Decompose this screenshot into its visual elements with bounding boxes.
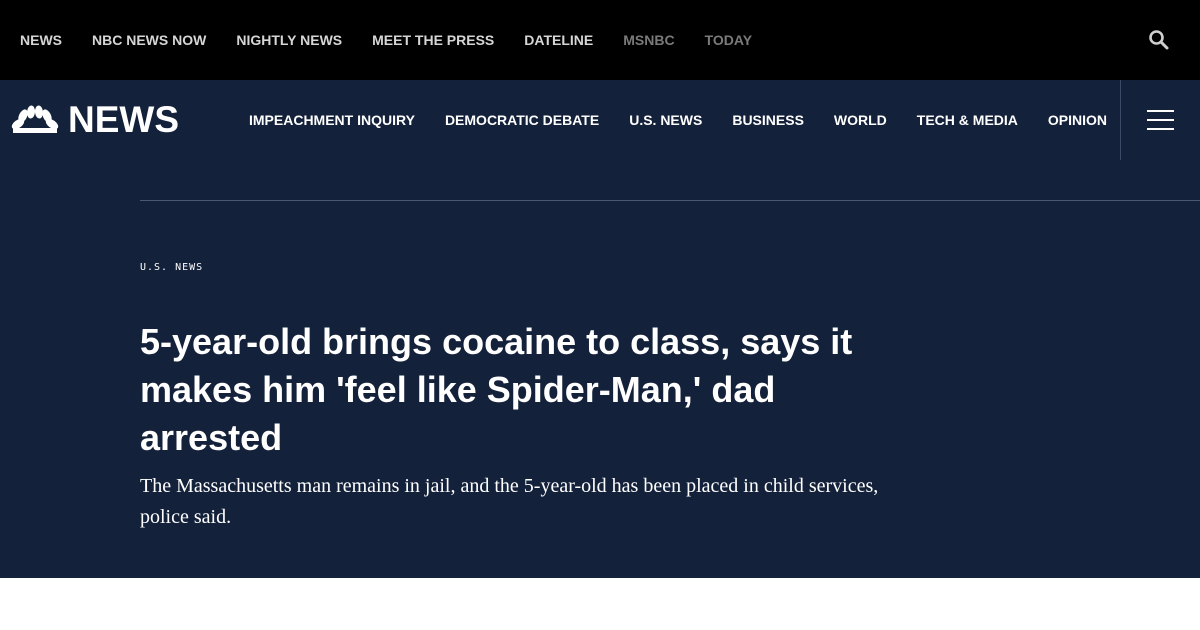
section-link-business[interactable]: BUSINESS	[732, 112, 804, 128]
main-navigation: NEWS IMPEACHMENT INQUIRY DEMOCRATIC DEBA…	[0, 80, 1200, 160]
article-section-label[interactable]: U.S. NEWS	[140, 262, 203, 273]
section-links: IMPEACHMENT INQUIRY DEMOCRATIC DEBATE U.…	[249, 80, 1137, 160]
section-link-us-news[interactable]: U.S. NEWS	[629, 112, 702, 128]
section-link-impeachment-inquiry[interactable]: IMPEACHMENT INQUIRY	[249, 112, 415, 128]
menu-divider	[1120, 80, 1121, 160]
network-link-meet-the-press[interactable]: MEET THE PRESS	[372, 32, 494, 48]
network-link-dateline[interactable]: DATELINE	[524, 32, 593, 48]
network-link-nightly-news[interactable]: NIGHTLY NEWS	[236, 32, 342, 48]
hero-divider	[140, 200, 1200, 201]
peacock-logo-icon	[11, 105, 59, 133]
nbc-news-logo[interactable]: NEWS	[10, 99, 179, 140]
section-link-world[interactable]: WORLD	[834, 112, 887, 128]
network-link-news[interactable]: NEWS	[20, 32, 62, 48]
article-hero: U.S. NEWS 5-year-old brings cocaine to c…	[0, 160, 1200, 578]
article-dek: The Massachusetts man remains in jail, a…	[140, 475, 879, 528]
section-link-opinion[interactable]: OPINION	[1048, 112, 1107, 128]
article-headline: 5-year-old brings cocaine to class, says…	[140, 321, 853, 458]
network-links: NEWS NBC NEWS NOW NIGHTLY NEWS MEET THE …	[0, 32, 782, 48]
network-link-nbc-news-now[interactable]: NBC NEWS NOW	[92, 32, 206, 48]
top-network-bar: NEWS NBC NEWS NOW NIGHTLY NEWS MEET THE …	[0, 0, 1200, 80]
hamburger-menu-icon[interactable]	[1147, 110, 1174, 130]
search-icon[interactable]	[1148, 29, 1170, 51]
network-link-msnbc[interactable]: MSNBC	[623, 32, 674, 48]
section-link-tech-media[interactable]: TECH & MEDIA	[917, 112, 1018, 128]
section-link-democratic-debate[interactable]: DEMOCRATIC DEBATE	[445, 112, 599, 128]
network-link-today[interactable]: TODAY	[705, 32, 752, 48]
brand-wordmark: NEWS	[68, 99, 179, 140]
